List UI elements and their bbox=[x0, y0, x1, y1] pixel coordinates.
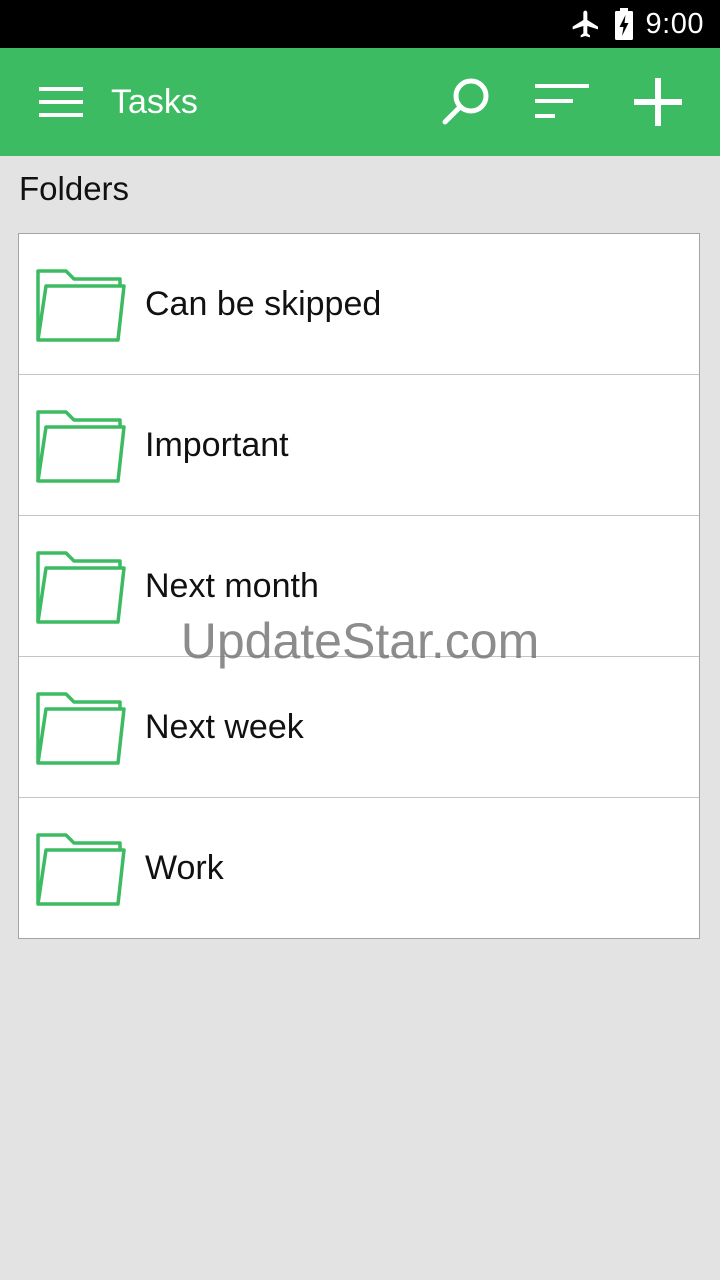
folder-item-next-month[interactable]: Next month bbox=[19, 516, 699, 657]
add-button[interactable] bbox=[622, 72, 694, 132]
folder-icon bbox=[36, 692, 126, 765]
folders-heading: Folders bbox=[19, 170, 130, 207]
folder-label: Next week bbox=[145, 708, 304, 746]
menu-icon bbox=[39, 87, 83, 117]
folder-label: Important bbox=[145, 426, 289, 464]
folder-item-can-be-skipped[interactable]: Can be skipped bbox=[19, 234, 699, 375]
status-time: 9:00 bbox=[645, 7, 704, 40]
battery-charging-icon bbox=[614, 8, 633, 40]
folder-icon bbox=[36, 269, 126, 342]
folder-icon bbox=[36, 410, 126, 483]
add-icon bbox=[634, 78, 682, 126]
sort-button[interactable] bbox=[526, 72, 598, 132]
search-button[interactable] bbox=[430, 72, 502, 132]
folder-label: Work bbox=[145, 849, 224, 887]
folder-label: Next month bbox=[145, 567, 319, 605]
search-icon bbox=[442, 78, 489, 125]
folder-icon bbox=[36, 833, 126, 906]
sort-icon bbox=[535, 84, 589, 118]
folder-icon bbox=[36, 551, 126, 624]
status-bar-right: 9:00 bbox=[570, 0, 704, 48]
folder-item-work[interactable]: Work bbox=[19, 798, 699, 939]
folder-list: Can be skipped Important Next month Next… bbox=[18, 233, 700, 939]
app-bar: Tasks bbox=[0, 48, 720, 156]
app-title: Tasks bbox=[111, 83, 198, 121]
folder-item-next-week[interactable]: Next week bbox=[19, 657, 699, 798]
airplane-mode-icon bbox=[572, 10, 598, 38]
folder-label: Can be skipped bbox=[145, 285, 382, 323]
folder-item-important[interactable]: Important bbox=[19, 375, 699, 516]
menu-button[interactable] bbox=[30, 78, 92, 126]
status-bar: 9:00 bbox=[0, 0, 720, 48]
